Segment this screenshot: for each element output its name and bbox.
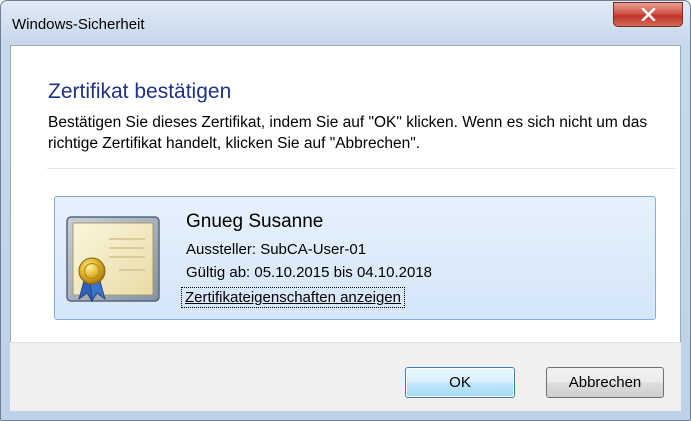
window-title: Windows-Sicherheit: [12, 16, 145, 33]
certificate-tile[interactable]: Gnueg Susanne Aussteller: SubCA-User-01 …: [54, 196, 656, 320]
close-icon: [641, 8, 656, 21]
divider: [47, 168, 675, 169]
certificate-validity: Gültig ab: 05.10.2015 bis 04.10.2018: [186, 264, 433, 281]
cancel-button[interactable]: Abbrechen: [546, 367, 664, 398]
certificate-issuer: Aussteller: SubCA-User-01: [186, 241, 367, 258]
certificate-properties-link[interactable]: Zertifikateigenschaften anzeigen: [181, 287, 405, 308]
close-button[interactable]: [613, 2, 683, 27]
certificate-name: Gnueg Susanne: [186, 211, 324, 232]
title-bar[interactable]: Windows-Sicherheit: [1, 1, 690, 33]
button-bar: OK Abbrechen: [10, 342, 681, 411]
dialog-window: Windows-Sicherheit Zertifikat bestätigen…: [0, 0, 691, 421]
ok-button[interactable]: OK: [405, 367, 515, 398]
dialog-heading: Zertifikat bestätigen: [48, 80, 232, 103]
certificate-icon: [66, 216, 160, 303]
dialog-description: Bestätigen Sie dieses Zertifikat, indem …: [48, 114, 648, 152]
